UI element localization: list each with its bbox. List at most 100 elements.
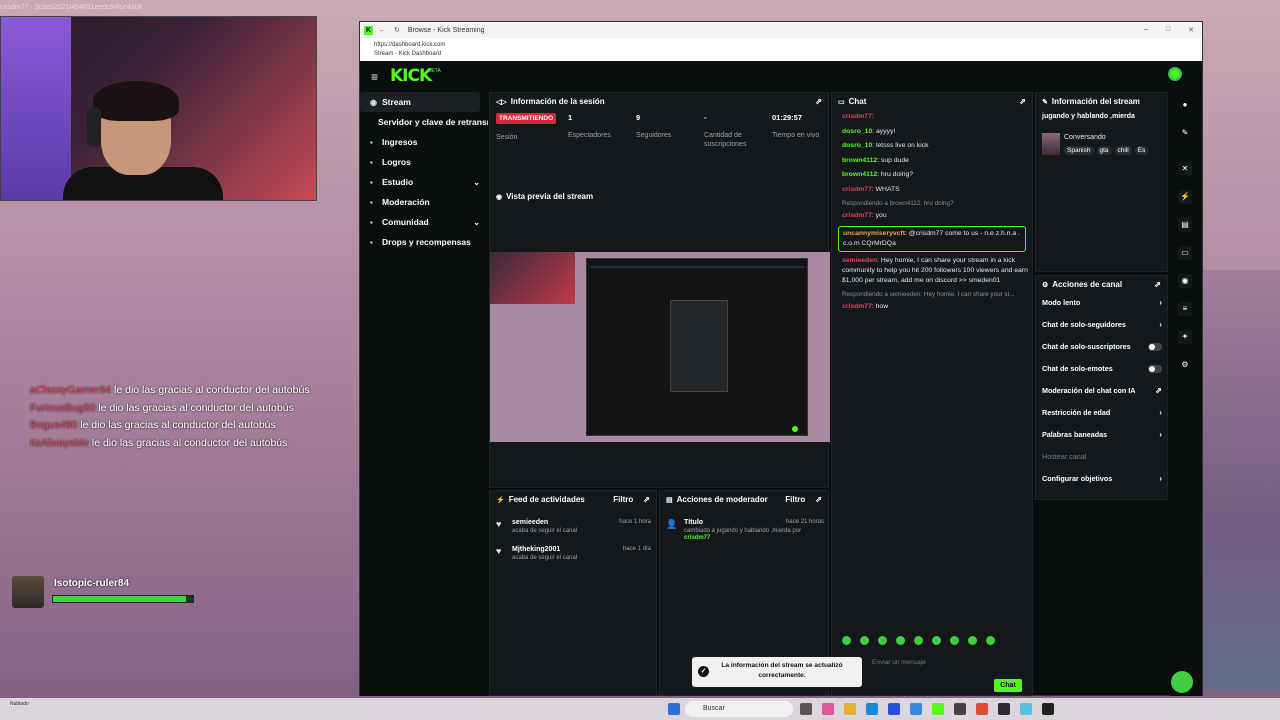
refresh-icon[interactable]: ↻ (394, 26, 400, 34)
toggle-switch[interactable] (1148, 364, 1162, 373)
list-icon[interactable]: ▤ (1178, 218, 1192, 232)
channel-option[interactable]: Palabras baneadas › (1042, 430, 1162, 439)
player-health-bar (52, 595, 194, 603)
kick-logo[interactable]: KICK (390, 66, 432, 86)
address-bar[interactable]: https://dashboard.kick.com Stream - Kick… (360, 38, 1202, 61)
sidebar-item-comunidad[interactable]: ▪ Comunidad ⌄ (360, 212, 488, 232)
subs-stat: - Cantidad de suscripciones (704, 113, 747, 148)
filter-button[interactable]: Filtro (613, 495, 633, 504)
tag-chip[interactable]: chill (1114, 146, 1132, 155)
chat-username[interactable]: dosro_10 (842, 128, 872, 135)
weather-widget[interactable]: Nublado (10, 701, 29, 707)
toggle-switch[interactable] (1148, 342, 1162, 351)
chevron-right-icon: › (1159, 474, 1162, 483)
chat-username[interactable]: crisdm77 (842, 212, 872, 219)
bolt-icon[interactable]: ⚡ (1178, 190, 1192, 204)
sidebar-item-server-key[interactable]: Servidor y clave de retransmisión (360, 112, 488, 132)
copilot-icon[interactable] (822, 703, 834, 715)
chat-username[interactable]: uncannymiseryvcft (843, 230, 905, 237)
vscode-icon[interactable] (910, 703, 922, 715)
headphones (87, 107, 101, 147)
emote-icon[interactable] (896, 636, 905, 645)
explorer-icon[interactable] (844, 703, 856, 715)
emote-icon[interactable] (860, 636, 869, 645)
channel-option[interactable]: Chat de solo-seguidores › (1042, 320, 1162, 329)
popout-icon[interactable]: ⇗ (643, 495, 650, 504)
activity-item: ♥ Mjtheking2001 acaba de seguir el canal ha… (496, 546, 651, 561)
sidebar-item-moderacion[interactable]: ▪ Moderación (360, 192, 488, 212)
chrome-icon[interactable] (976, 703, 988, 715)
app-icon[interactable] (1042, 703, 1054, 715)
channel-option[interactable]: Modo lento › (1042, 298, 1162, 307)
chat-username[interactable]: brown4112 (842, 171, 877, 178)
popout-icon[interactable]: ⇗ (1154, 280, 1161, 289)
taskbar-search[interactable]: Buscar (685, 701, 793, 717)
info-icon[interactable]: ● (1178, 98, 1192, 112)
popout-icon[interactable]: ⇗ (1019, 97, 1026, 106)
channel-option[interactable]: Chat de solo-suscriptores (1042, 342, 1162, 351)
chevron-right-icon: › (1159, 298, 1162, 307)
chat-username[interactable]: crisdm77 (842, 186, 872, 193)
sidebar-item-estudio[interactable]: ▪ Estudio ⌄ (360, 172, 488, 192)
close-icon[interactable]: ✕ (1178, 162, 1192, 176)
chat-username[interactable]: dosro_10 (842, 142, 872, 149)
emote-icon[interactable] (842, 636, 851, 645)
chat-send-button[interactable]: Chat (994, 679, 1022, 692)
taskview-icon[interactable] (800, 703, 812, 715)
channel-option[interactable]: Restricción de edad › (1042, 408, 1162, 417)
emote-icon[interactable] (932, 636, 941, 645)
wrench-icon[interactable]: ✦ (1178, 330, 1192, 344)
filter-button[interactable]: Filtro (785, 495, 805, 504)
eye-icon: ◉ (496, 193, 503, 201)
signal-icon[interactable]: ◉ (1178, 274, 1192, 288)
chat-icon[interactable]: ▭ (1178, 246, 1192, 260)
chat-username[interactable]: brown4112 (842, 157, 877, 164)
help-button[interactable] (1171, 671, 1193, 693)
chat-username[interactable]: semieeden (842, 257, 877, 264)
user-avatar[interactable] (1168, 67, 1182, 81)
sidebar-item-stream[interactable]: ◉ Stream (360, 92, 480, 112)
minimize-icon[interactable]: – (1144, 26, 1148, 34)
settings-icon[interactable]: ⚙ (1178, 358, 1192, 372)
tag-chip[interactable]: Es (1134, 146, 1149, 155)
obs-icon[interactable] (954, 703, 966, 715)
success-toast: ✓ La información del stream se actualizó … (692, 657, 862, 687)
store-icon[interactable] (888, 703, 900, 715)
popout-icon[interactable]: ⇗ (815, 495, 822, 504)
popout-icon[interactable]: ⇗ (815, 97, 822, 106)
emote-icon[interactable] (986, 636, 995, 645)
chat-username[interactable]: crisdm77 (842, 303, 872, 310)
emote-icon[interactable] (950, 636, 959, 645)
sidebar-item-ingresos[interactable]: ▪ Ingresos (360, 132, 488, 152)
kick-app-icon[interactable] (932, 703, 944, 715)
terminal-icon[interactable] (998, 703, 1010, 715)
pencil-icon[interactable]: ✎ (1178, 126, 1192, 140)
edge-icon[interactable] (866, 703, 878, 715)
channel-option[interactable]: Chat de solo-emotes (1042, 364, 1162, 373)
channel-option[interactable]: Configurar objetivos › (1042, 474, 1162, 483)
chat-message: dosro_10: ayyyy! (842, 127, 896, 135)
emote-icon[interactable] (878, 636, 887, 645)
tag-chip[interactable]: gta (1096, 146, 1112, 155)
channel-option[interactable]: Hostear canal (1042, 452, 1162, 461)
emote-icon[interactable] (968, 636, 977, 645)
tag-chip[interactable]: Spanish (1064, 146, 1094, 155)
studio-icon: ▪ (370, 177, 373, 187)
stack-icon[interactable]: ≡ (1178, 302, 1192, 316)
chat-input[interactable]: Enviar un mensaje (872, 655, 1022, 670)
app-icon[interactable] (1020, 703, 1032, 715)
webcam-person-hair (93, 81, 179, 121)
back-icon[interactable]: ← (379, 27, 386, 34)
close-icon[interactable]: ✕ (1188, 26, 1194, 34)
menu-icon[interactable]: ≡ (371, 70, 378, 84)
sidebar-item-logros[interactable]: ▪ Logros (360, 152, 488, 172)
maximize-icon[interactable]: □ (1166, 26, 1170, 34)
chevron-right-icon: › (1159, 320, 1162, 329)
channel-option[interactable]: Moderación del chat con IA ⇗ (1042, 386, 1162, 395)
windows-start-icon[interactable] (668, 703, 680, 715)
emote-icon[interactable] (914, 636, 923, 645)
session-header: ◁▷ Información de la sesión ⇗ (496, 97, 822, 106)
sidebar-item-drops[interactable]: ▪ Drops y recompensas (360, 232, 488, 252)
stream-preview[interactable] (490, 252, 830, 442)
chat-username[interactable]: crisdm77 (842, 113, 872, 120)
